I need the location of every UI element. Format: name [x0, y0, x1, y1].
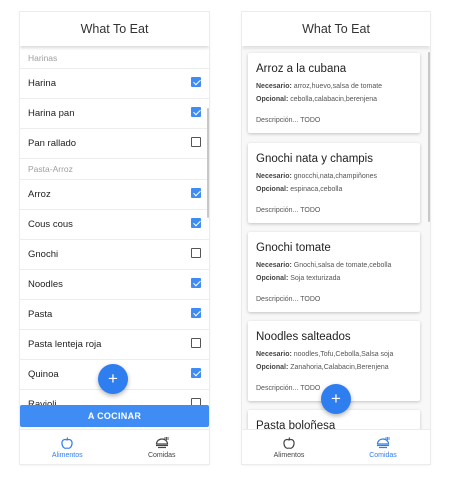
ingredient-label: Cous cous: [28, 219, 73, 230]
apple-icon: [283, 436, 295, 449]
recipe-description: Descripción... TODO: [256, 296, 321, 303]
recipe-card[interactable]: Gnochi tomate Necesario: Gnochi,salsa de …: [248, 232, 420, 312]
necesario-label: Necesario:: [256, 351, 292, 358]
recipe-card[interactable]: Gnochi nata y champis Necesario: gnocchi,…: [248, 143, 420, 223]
app-bar: What To Eat: [20, 12, 209, 46]
app-title: What To Eat: [80, 22, 149, 36]
tab-alimentos-label: Alimentos: [273, 451, 305, 459]
ingredient-row[interactable]: Harina pan: [20, 99, 209, 129]
scrollbar[interactable]: [428, 52, 430, 222]
section-header-label: Pasta-Arroz: [28, 164, 73, 174]
ingredient-row[interactable]: Cous cous: [20, 210, 209, 240]
tab-alimentos[interactable]: Alimentos: [20, 430, 115, 464]
ingredient-row[interactable]: Harina: [20, 69, 209, 99]
ingredient-checkbox[interactable]: [191, 368, 201, 378]
recipe-description: Descripción... TODO: [256, 117, 321, 124]
ingredient-checkbox[interactable]: [191, 107, 201, 117]
ingredient-label: Gnochi: [28, 249, 59, 260]
ingredient-checkbox[interactable]: [191, 188, 201, 198]
opcional-label: Opcional:: [256, 96, 289, 103]
app-bar: What To Eat: [242, 12, 430, 46]
ingredient-label: Pasta: [28, 309, 53, 320]
dish-icon: [376, 436, 390, 448]
ingredient-row[interactable]: Pasta lenteja roja: [20, 330, 209, 360]
necesario-value: noodles,Tofu,Cebolla,Salsa soja: [293, 351, 394, 358]
tab-comidas[interactable]: Comidas: [115, 430, 210, 464]
add-fab-button[interactable]: +: [321, 384, 351, 414]
cook-button[interactable]: A COCINAR: [20, 405, 209, 427]
opcional-value: cebolla,calabacin,berenjena: [290, 96, 378, 103]
ingredient-row[interactable]: Pasta: [20, 300, 209, 330]
tab-alimentos[interactable]: Alimentos: [242, 430, 336, 464]
necesario-value: gnocchi,nata,champiñones: [293, 173, 378, 180]
necesario-value: arroz,huevo,salsa de tomate: [293, 83, 383, 90]
scrollbar[interactable]: [207, 108, 209, 218]
recipe-title: Noodles salteados: [256, 331, 351, 343]
ingredient-label: Quinoa: [28, 369, 59, 380]
apple-icon: [61, 436, 73, 449]
app-title: What To Eat: [302, 22, 370, 36]
ingredient-label: Pan rallado: [28, 138, 77, 149]
necesario-value: Gnochi,salsa de tomate,cebolla: [293, 262, 392, 269]
alimentos-screen: What To Eat Harinas Harina Harina pan Pan r…: [20, 12, 209, 464]
opcional-value: Soja texturizada: [290, 275, 341, 282]
recipe-card[interactable]: Arroz a la cubana Necesario: arroz,huevo,…: [248, 53, 420, 133]
ingredient-checkbox[interactable]: [191, 77, 201, 87]
recipe-necesario: Necesario: Gnochi,salsa de tomate,ceboll…: [256, 262, 391, 269]
ingredient-row[interactable]: Gnochi: [20, 240, 209, 270]
section-header: Pasta-Arroz: [20, 159, 209, 180]
recipe-title: Gnochi nata y champis: [256, 153, 373, 165]
opcional-label: Opcional:: [256, 364, 289, 371]
ingredient-row[interactable]: Pan rallado: [20, 129, 209, 159]
recipe-necesario: Necesario: arroz,huevo,salsa de tomate: [256, 83, 382, 90]
comidas-screen: What To Eat Arroz a la cubana Necesario: …: [242, 12, 430, 464]
recipe-necesario: Necesario: gnocchi,nata,champiñones: [256, 173, 377, 180]
ingredient-label: Harina: [28, 78, 56, 89]
recipe-opcional: Opcional: Soja texturizada: [256, 275, 340, 282]
ingredient-label: Harina pan: [28, 108, 75, 119]
tab-comidas-label: Comidas: [369, 451, 397, 459]
necesario-label: Necesario:: [256, 173, 292, 180]
recipe-title: Arroz a la cubana: [256, 63, 347, 75]
necesario-label: Necesario:: [256, 83, 292, 90]
section-header: Harinas: [20, 48, 209, 69]
ingredient-checkbox[interactable]: [191, 338, 201, 348]
plus-icon: +: [108, 369, 118, 388]
dish-icon: [155, 436, 169, 448]
opcional-value: espinaca,cebolla: [290, 186, 343, 193]
bottom-nav: Alimentos Comidas: [242, 429, 430, 464]
ingredient-label: Arroz: [28, 189, 51, 200]
add-fab-button[interactable]: +: [98, 364, 128, 394]
opcional-label: Opcional:: [256, 186, 289, 193]
opcional-value: Zanahoria,Calabacin,Berenjena: [290, 364, 389, 371]
section-header-label: Harinas: [28, 53, 58, 63]
ingredient-checkbox[interactable]: [191, 248, 201, 258]
tab-comidas[interactable]: Comidas: [336, 430, 430, 464]
opcional-label: Opcional:: [256, 275, 289, 282]
ingredient-checkbox[interactable]: [191, 308, 201, 318]
recipe-list[interactable]: Arroz a la cubana Necesario: arroz,huevo,…: [242, 48, 430, 430]
ingredient-checkbox[interactable]: [191, 218, 201, 228]
bottom-nav: Alimentos Comidas: [20, 429, 209, 464]
tab-alimentos-label: Alimentos: [51, 451, 83, 459]
recipe-opcional: Opcional: espinaca,cebolla: [256, 186, 342, 193]
ingredient-label: Pasta lenteja roja: [28, 339, 102, 350]
recipe-necesario: Necesario: noodles,Tofu,Cebolla,Salsa so…: [256, 351, 393, 358]
necesario-label: Necesario:: [256, 262, 292, 269]
tab-comidas-label: Comidas: [147, 451, 176, 459]
recipe-opcional: Opcional: cebolla,calabacin,berenjena: [256, 96, 377, 103]
ingredient-list[interactable]: Harinas Harina Harina pan Pan rallado Pasta-…: [20, 48, 209, 418]
recipe-opcional: Opcional: Zanahoria,Calabacin,Berenjena: [256, 364, 389, 371]
ingredient-label: Noodles: [28, 279, 63, 290]
recipe-title: Gnochi tomate: [256, 242, 331, 254]
ingredient-row[interactable]: Arroz: [20, 180, 209, 210]
ingredient-row[interactable]: Noodles: [20, 270, 209, 300]
ingredient-checkbox[interactable]: [191, 137, 201, 147]
plus-icon: +: [331, 389, 341, 408]
recipe-description: Descripción... TODO: [256, 385, 321, 392]
recipe-description: Descripción... TODO: [256, 207, 321, 214]
ingredient-checkbox[interactable]: [191, 278, 201, 288]
